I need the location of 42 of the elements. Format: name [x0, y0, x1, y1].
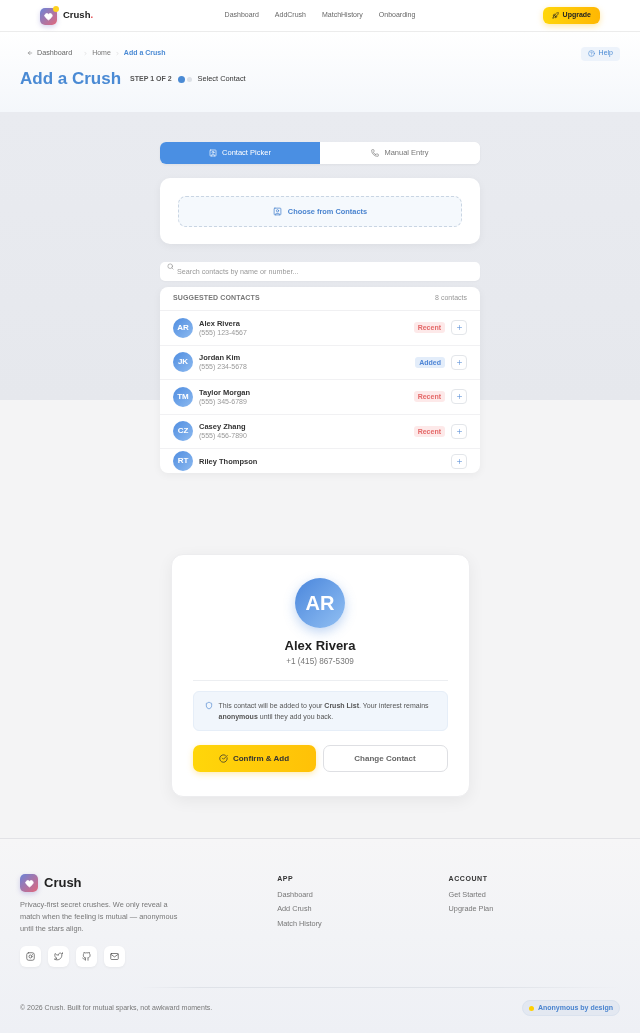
search-icon: [167, 263, 174, 270]
add-button[interactable]: [451, 423, 467, 439]
add-button[interactable]: [451, 320, 467, 336]
contact-phone: +1 (415) 867-5309: [286, 656, 354, 667]
social-link[interactable]: [48, 946, 69, 968]
contact-name: Alex Rivera: [284, 638, 356, 654]
add-button[interactable]: [451, 389, 467, 405]
social-link[interactable]: [76, 946, 97, 968]
avatar: JK: [173, 352, 193, 373]
avatar: RT: [173, 451, 193, 471]
avatar: CZ: [173, 421, 193, 442]
avatar: AR: [173, 317, 193, 338]
rocket-icon: [551, 12, 559, 19]
plus-icon: [455, 324, 463, 332]
heart-logo-icon: [20, 874, 38, 892]
help-icon: [587, 50, 595, 57]
arrow-left-icon: [27, 50, 33, 57]
avatar: TM: [173, 386, 193, 407]
contact-card-icon: [272, 207, 282, 216]
shield-icon: [204, 701, 213, 710]
heart-logo-icon: [40, 6, 59, 25]
plus-icon: [455, 427, 463, 435]
add-button[interactable]: [451, 354, 467, 370]
social-link[interactable]: [20, 946, 41, 968]
contact-card-icon: [209, 149, 218, 157]
plus-icon: [455, 393, 463, 401]
mail-icon: [110, 952, 119, 962]
bird-icon: [54, 952, 63, 962]
social-link[interactable]: [104, 946, 125, 968]
page-title: Add a Crush: [20, 68, 122, 90]
change-contact-button[interactable]: Change Contact: [322, 745, 448, 772]
phone-icon: [371, 149, 380, 157]
confirm-button[interactable]: Confirm & Add: [192, 745, 316, 772]
plus-icon: [455, 358, 463, 366]
add-button[interactable]: [451, 453, 467, 469]
plus-icon: [455, 457, 463, 465]
cat-icon: [82, 952, 91, 962]
check-circle-icon: [218, 754, 228, 763]
brand-name[interactable]: Crush: [44, 874, 82, 892]
brand-name[interactable]: Crush.: [63, 8, 94, 23]
camera-icon: [26, 952, 35, 962]
avatar: AR: [295, 578, 345, 628]
